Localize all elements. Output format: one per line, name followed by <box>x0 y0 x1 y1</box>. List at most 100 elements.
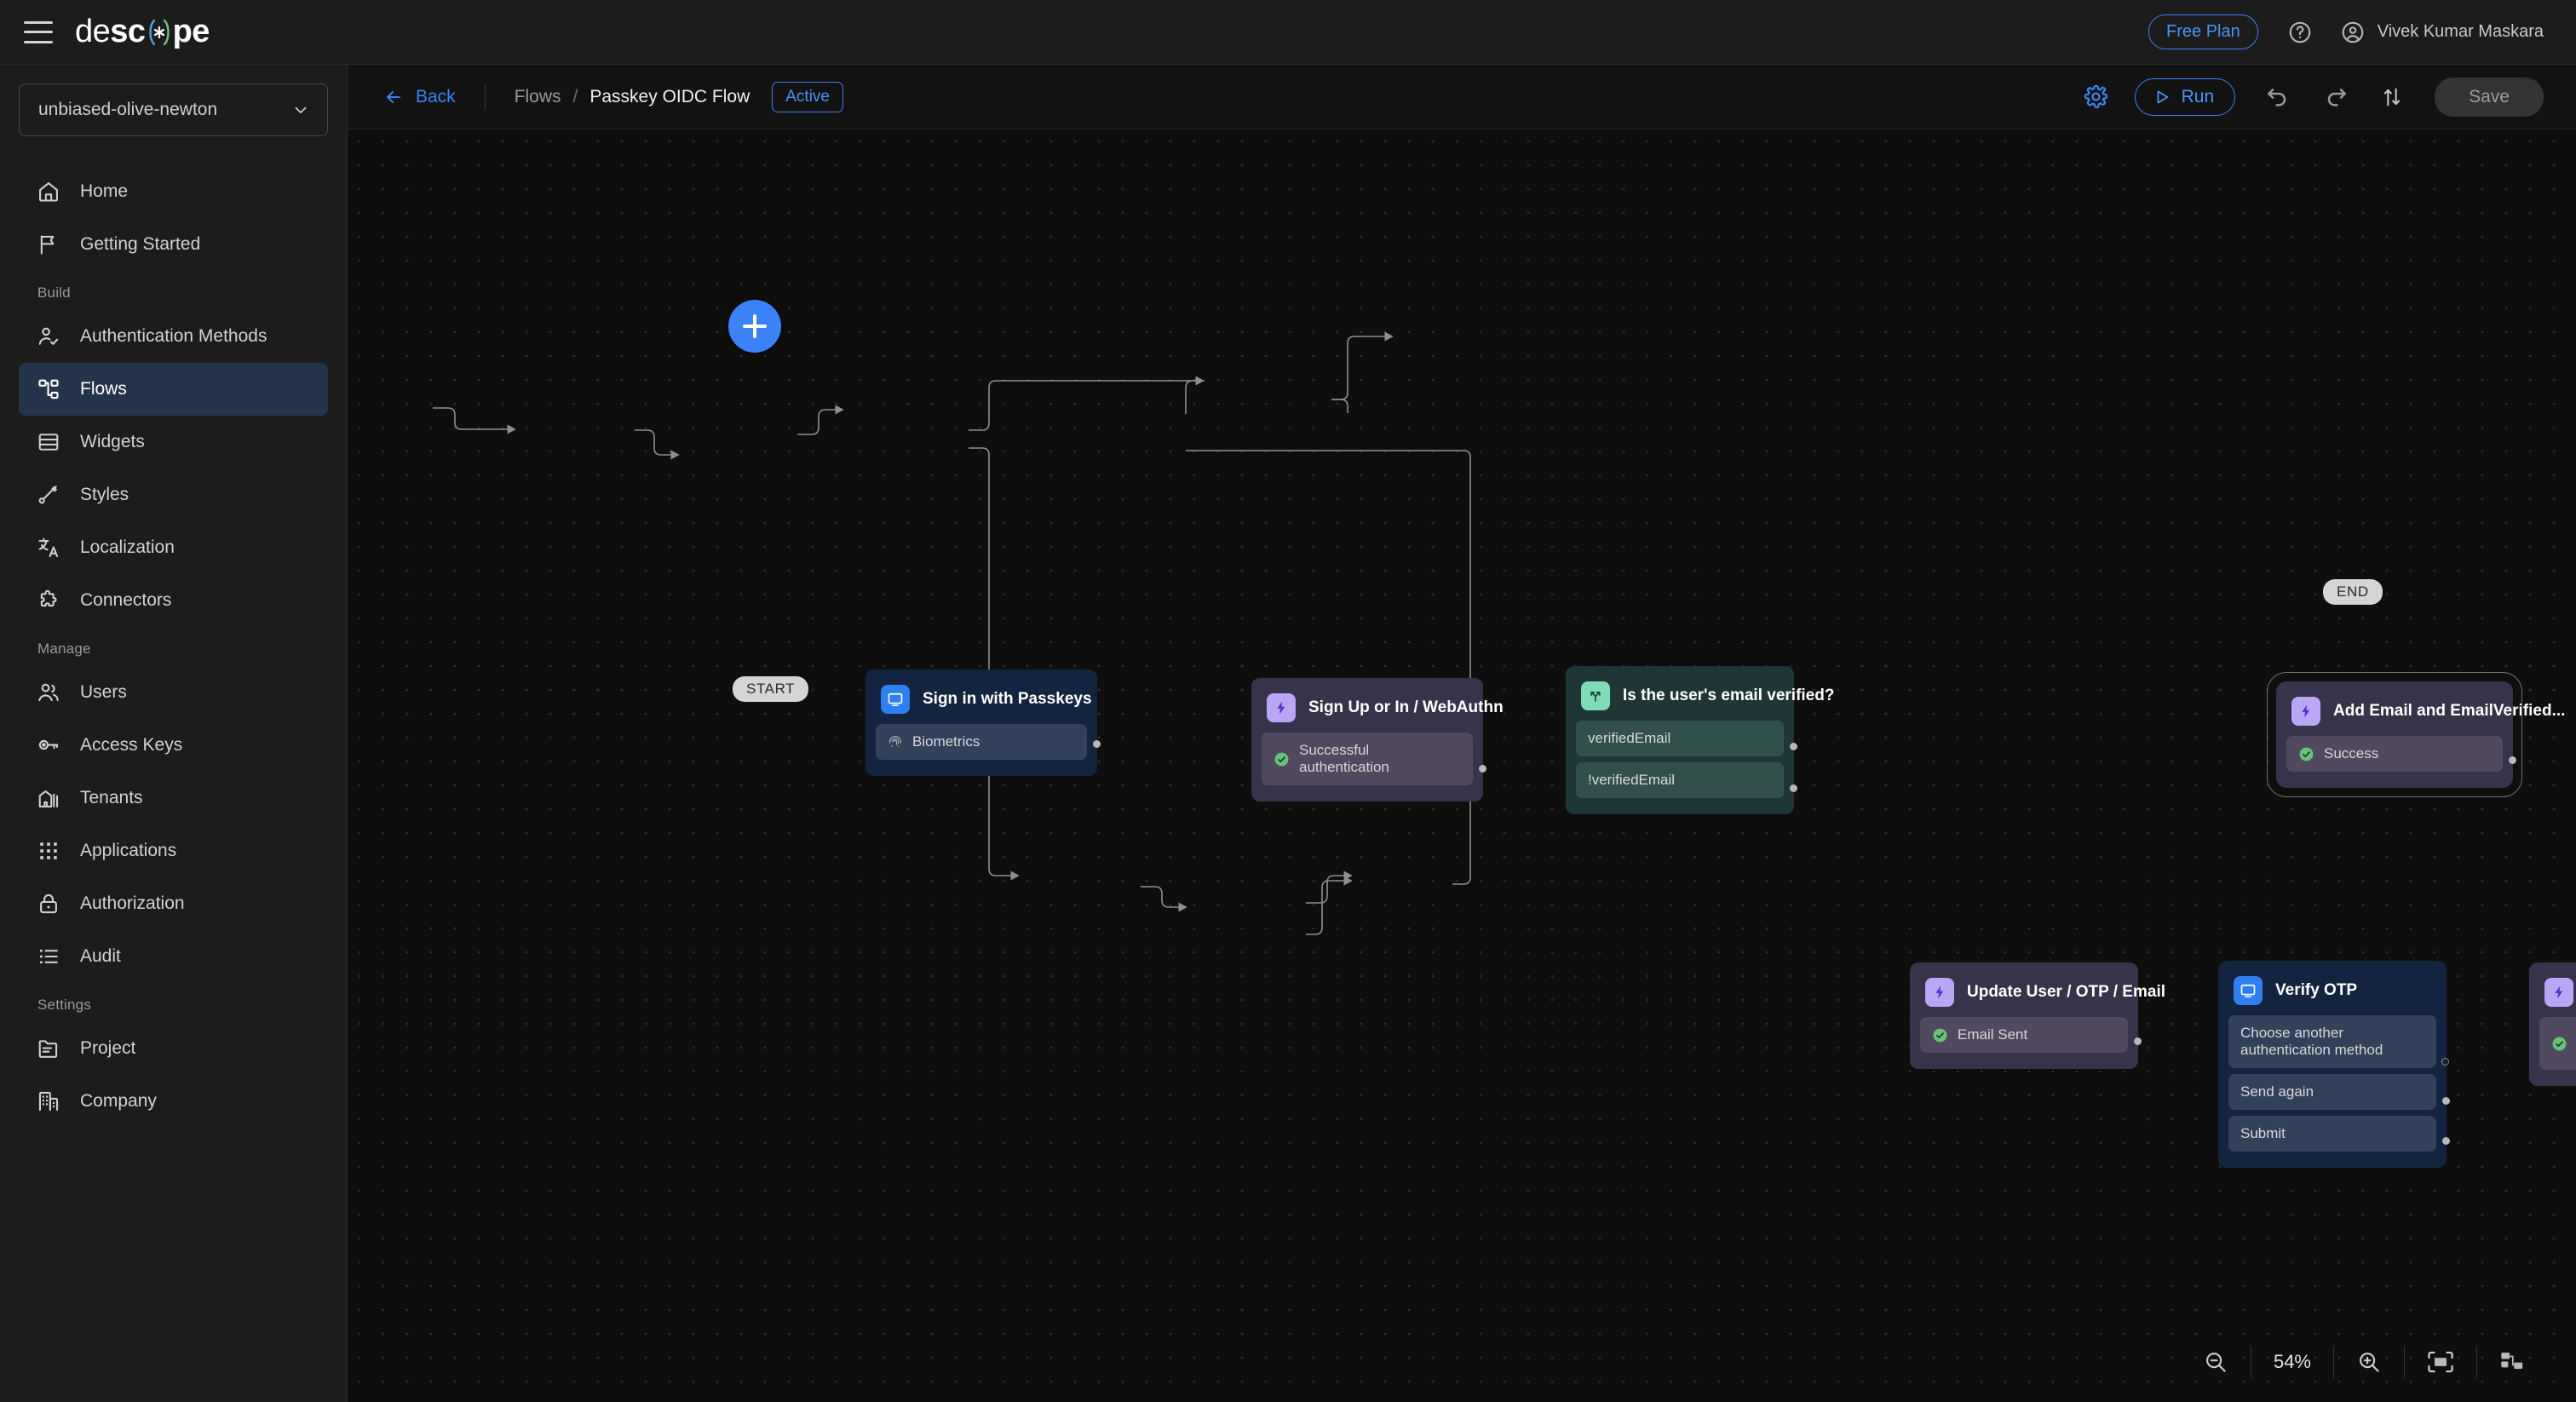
import-export-icon[interactable] <box>2380 84 2404 110</box>
sidebar-item-applications[interactable]: Applications <box>19 825 328 877</box>
flow-canvas[interactable]: START END Sign in with Passkeys <box>348 129 2576 1402</box>
sidebar-item-audit[interactable]: Audit <box>19 930 328 983</box>
sidebar-item-access-keys[interactable]: Access Keys <box>19 719 328 772</box>
node-row[interactable]: Successful authentication <box>1262 733 1473 785</box>
sidebar-item-company[interactable]: Company <box>19 1075 328 1128</box>
sidebar-item-project[interactable]: Project <box>19 1022 328 1075</box>
node-output-handle[interactable] <box>2441 1058 2449 1066</box>
sidebar-item-connectors[interactable]: Connectors <box>19 574 328 627</box>
sidebar-item-label: Project <box>80 1038 135 1059</box>
check-icon <box>2551 1036 2567 1052</box>
translate-icon <box>36 535 61 560</box>
node-row[interactable]: Submit <box>2228 1116 2436 1152</box>
check-icon <box>2298 746 2314 762</box>
node-row[interactable]: verifiedEmail <box>1576 721 1784 756</box>
flag-icon <box>36 232 61 257</box>
node-output-handle[interactable] <box>1479 765 1486 773</box>
node-output-handle[interactable] <box>2509 756 2516 764</box>
hamburger-icon[interactable] <box>24 21 53 43</box>
bolt-icon <box>2544 978 2573 1007</box>
sidebar-item-localization[interactable]: Localization <box>19 521 328 574</box>
node-verify-code-otp-email[interactable]: Verify Code / OTP / Email Successful aut… <box>2529 962 2576 1086</box>
free-plan-button[interactable]: Free Plan <box>2148 14 2258 49</box>
node-row[interactable]: Successful authentication <box>2539 1017 2576 1070</box>
zoom-level-label[interactable]: 54% <box>2251 1345 2333 1379</box>
auto-layout-button[interactable] <box>2477 1345 2547 1379</box>
sidebar-group-label: Build <box>19 271 328 310</box>
node-row[interactable]: Biometrics <box>876 724 1087 760</box>
node-row-label: verifiedEmail <box>1588 730 1670 747</box>
user-circle-icon <box>2340 20 2366 45</box>
key-icon <box>36 733 61 758</box>
node-output-handle[interactable] <box>2442 1137 2450 1145</box>
flow-toolbar: Back Flows / Passkey OIDC Flow Active Ru… <box>348 65 2576 129</box>
status-badge[interactable]: Active <box>772 82 843 112</box>
logo-text-mid: sc <box>110 14 145 50</box>
project-selector[interactable]: unbiased-olive-newton <box>19 83 328 136</box>
node-row[interactable]: !verifiedEmail <box>1576 762 1784 798</box>
node-header: Sign Up or In / WebAuthn <box>1262 688 1473 733</box>
sidebar-item-authorization[interactable]: Authorization <box>19 877 328 930</box>
redo-icon[interactable] <box>2322 83 2349 111</box>
breadcrumb-separator: / <box>573 87 578 107</box>
zoom-controls: 54% <box>2181 1337 2547 1387</box>
sidebar-item-styles[interactable]: Styles <box>19 468 328 521</box>
check-icon <box>1274 751 1290 767</box>
undo-icon[interactable] <box>2264 83 2291 111</box>
sidebar-item-home[interactable]: Home <box>19 165 328 218</box>
sidebar-item-label: Users <box>80 682 127 703</box>
descope-logo[interactable]: desc pe <box>75 14 210 50</box>
node-row[interactable]: Success <box>2286 736 2503 772</box>
node-output-handle[interactable] <box>1790 784 1797 792</box>
save-button[interactable]: Save <box>2435 78 2544 117</box>
node-add-email-and-emailverified[interactable]: Add Email and EmailVerified... Success <box>2276 681 2513 788</box>
app-body: unbiased-olive-newton Home Getting Starte… <box>0 65 2576 1402</box>
node-sign-up-or-in-webauthn[interactable]: Sign Up or In / WebAuthn Successful auth… <box>1251 678 1483 802</box>
node-row[interactable]: Email Sent <box>1920 1017 2128 1053</box>
back-button[interactable]: Back <box>383 87 456 107</box>
node-output-handle[interactable] <box>1093 740 1101 748</box>
add-node-button[interactable] <box>728 300 781 353</box>
node-row-label: Biometrics <box>912 733 980 750</box>
start-node[interactable]: START <box>733 676 808 702</box>
node-row[interactable]: Choose another authentication method <box>2228 1015 2436 1068</box>
sidebar-item-getting-started[interactable]: Getting Started <box>19 218 328 271</box>
user-menu[interactable]: Vivek Kumar Maskara <box>2340 20 2544 45</box>
node-verify-otp[interactable]: Verify OTP Choose another authentication… <box>2218 961 2447 1168</box>
sidebar-item-label: Getting Started <box>80 234 200 255</box>
sidebar-item-widgets[interactable]: Widgets <box>19 416 328 468</box>
node-output-handle[interactable] <box>1790 743 1797 750</box>
sidebar-item-users[interactable]: Users <box>19 666 328 719</box>
sidebar-item-flows[interactable]: Flows <box>19 363 328 416</box>
zoom-in-button[interactable] <box>2334 1345 2404 1379</box>
node-update-user-otp-email[interactable]: Update User / OTP / Email Email Sent <box>1910 962 2138 1069</box>
logo-text-end: pe <box>173 14 210 50</box>
help-circle-icon[interactable] <box>2287 20 2313 45</box>
node-title: Sign in with Passkeys <box>923 690 1092 709</box>
node-title: Is the user's email verified? <box>1623 687 1834 705</box>
node-row[interactable]: Send again <box>2228 1074 2436 1110</box>
building-icon <box>36 785 61 811</box>
main-area: Back Flows / Passkey OIDC Flow Active Ru… <box>348 65 2576 1402</box>
sidebar-item-tenants[interactable]: Tenants <box>19 772 328 825</box>
node-sign-in-with-passkeys[interactable]: Sign in with Passkeys Biometrics <box>865 669 1097 776</box>
fit-view-button[interactable] <box>2405 1345 2476 1379</box>
node-row-label: Success <box>2324 745 2378 762</box>
sidebar-item-label: Home <box>80 181 128 202</box>
sidebar-item-label: Flows <box>80 379 127 399</box>
breadcrumb-current: Passkey OIDC Flow <box>589 87 750 107</box>
sidebar-item-authentication-methods[interactable]: Authentication Methods <box>19 310 328 363</box>
breadcrumb-flows[interactable]: Flows <box>515 87 561 107</box>
logo-text-start: de <box>75 14 110 50</box>
sidebar-item-label: Company <box>80 1091 157 1112</box>
node-output-handle[interactable] <box>2134 1037 2142 1045</box>
puzzle-icon <box>36 588 61 613</box>
end-node[interactable]: END <box>2323 579 2383 605</box>
node-output-handle[interactable] <box>2442 1097 2450 1105</box>
run-button[interactable]: Run <box>2135 78 2236 116</box>
gear-icon[interactable] <box>2083 83 2109 110</box>
node-is-user-email-verified[interactable]: Is the user's email verified? verifiedEm… <box>1566 666 1794 814</box>
zoom-out-button[interactable] <box>2181 1345 2251 1379</box>
sidebar-group-label: Settings <box>19 983 328 1022</box>
node-row-label: Send again <box>2240 1083 2314 1100</box>
